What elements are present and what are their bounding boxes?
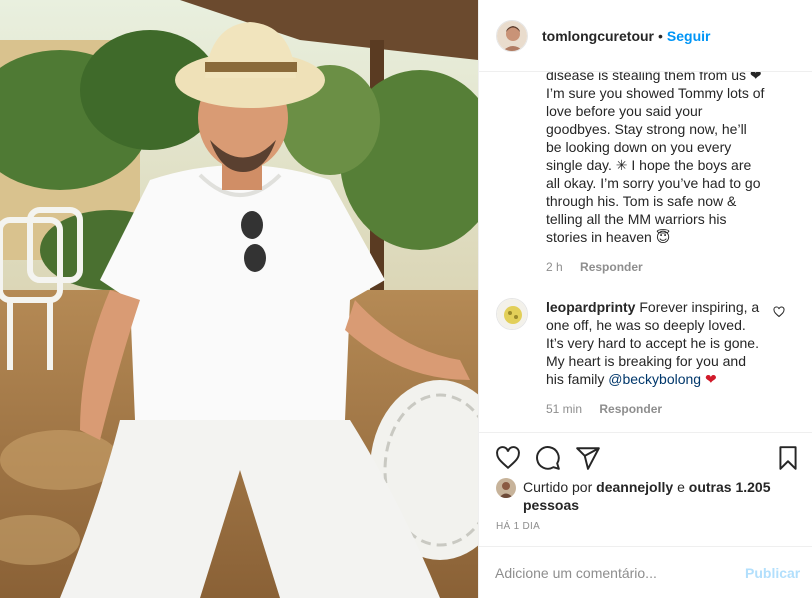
post-header: tomlongcuretour • Seguir (479, 0, 812, 72)
author-avatar-image (497, 20, 527, 51)
comment-time: 51 min (546, 402, 583, 416)
reply-button[interactable]: Responder (580, 260, 643, 274)
follow-button[interactable]: Seguir (667, 28, 711, 44)
header-separator: • (658, 27, 663, 44)
post-photo[interactable] (0, 0, 478, 598)
author-username[interactable]: tomlongcuretour (542, 28, 654, 44)
action-bar (479, 432, 812, 482)
reply-button[interactable]: Responder (599, 402, 662, 416)
add-comment-bar: Adicione um comentário... Publicar (479, 546, 812, 598)
likes-summary: Curtido por deannejolly e outras 1.205 p… (496, 478, 796, 514)
post-timestamp[interactable]: HÁ 1 DIA (496, 521, 540, 532)
bookmark-icon[interactable] (775, 445, 801, 471)
liker-username[interactable]: deannejolly (596, 479, 673, 495)
comments-list[interactable]: disease is stealing them from us ❤ I’m s… (479, 72, 812, 432)
liker-avatar-image (496, 478, 516, 498)
publish-button[interactable]: Publicar (745, 565, 800, 581)
commenter-username[interactable]: leopardprinty (546, 299, 635, 315)
post-photo-illustration (0, 0, 478, 598)
heart-icon[interactable] (495, 445, 521, 471)
comment-meta: 2 h Responder (546, 260, 643, 274)
liker-avatar[interactable] (496, 478, 516, 498)
likes-conjunction: e (677, 479, 685, 495)
comment-time: 2 h (546, 260, 563, 274)
comment-like-icon[interactable] (773, 306, 785, 318)
comment-mention[interactable]: @beckybolong (608, 371, 701, 387)
comment-meta: 51 min Responder (546, 402, 662, 416)
comment-body: leopardprinty Forever inspiring, a one o… (546, 298, 766, 388)
commenter-avatar[interactable] (496, 298, 528, 330)
comment-text: disease is stealing them from us ❤ I’m s… (546, 72, 765, 245)
commenter-avatar-image (497, 299, 527, 329)
comment-input[interactable]: Adicione um comentário... (495, 565, 715, 581)
comment-icon[interactable] (535, 445, 561, 471)
author-avatar[interactable] (496, 19, 528, 52)
share-icon[interactable] (575, 445, 601, 471)
comment-emoji: ❤ (704, 371, 717, 387)
likes-prefix: Curtido por (523, 479, 593, 495)
post-side-panel: tomlongcuretour • Seguir disease is stea… (478, 0, 812, 598)
